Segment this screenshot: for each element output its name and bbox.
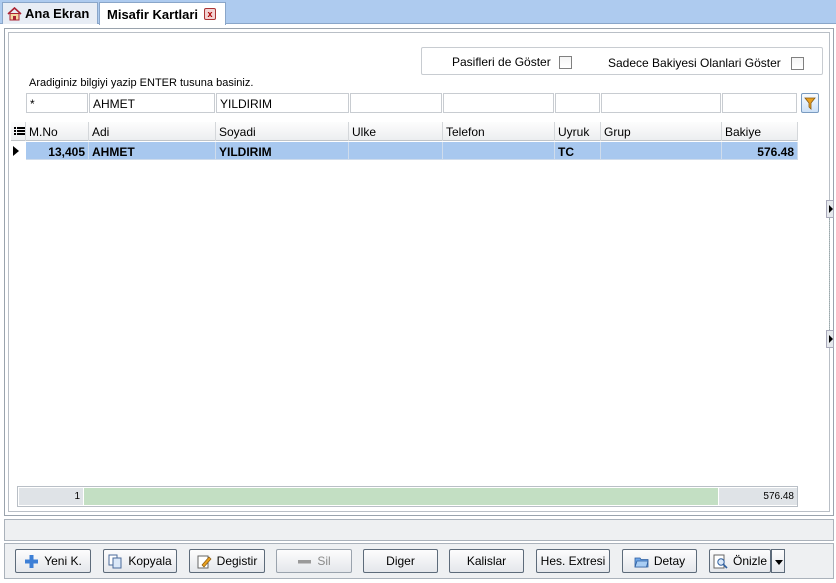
copy-icon: [108, 554, 123, 569]
hes-extresi-button[interactable]: Hes. Extresi: [536, 549, 610, 573]
sil-label: Sil: [317, 554, 331, 568]
yeni-label: Yeni K.: [44, 554, 82, 568]
col-grup[interactable]: Grup: [601, 122, 722, 141]
col-telefon[interactable]: Telefon: [443, 122, 555, 141]
detay-button[interactable]: Detay: [622, 549, 697, 573]
cell-grup[interactable]: [601, 142, 722, 160]
bakiye-checkbox[interactable]: [790, 56, 804, 70]
diger-label: Diger: [386, 554, 415, 568]
record-count: 1: [19, 488, 83, 505]
onizle-button[interactable]: Önizle: [709, 549, 771, 573]
filter-adi[interactable]: AHMET: [89, 93, 215, 113]
action-toolbar: Yeni K. Kopyala Degistir Sil Diger Kalis…: [4, 543, 834, 579]
main-frame: Pasifleri de Göster Sadece Bakiyesi Olan…: [4, 28, 834, 516]
close-icon[interactable]: x: [204, 8, 217, 20]
tab-misafir-kartlari[interactable]: Misafir Kartlari x: [99, 2, 226, 25]
content-panel: Pasifleri de Göster Sadece Bakiyesi Olan…: [8, 32, 830, 512]
col-no[interactable]: M.No: [26, 122, 89, 141]
list-icon: [14, 127, 25, 135]
folder-icon: [634, 554, 649, 569]
tab-ana-ekran[interactable]: Ana Ekran: [2, 2, 98, 24]
col-ulke[interactable]: Ulke: [349, 122, 443, 141]
column-chooser[interactable]: [11, 122, 26, 141]
filter-grup[interactable]: [601, 93, 721, 113]
filter-no[interactable]: *: [26, 93, 88, 113]
search-hint: Aradiginiz bilgiyi yazip ENTER tusuna ba…: [29, 77, 254, 89]
summary-bar: [84, 488, 718, 505]
chevron-right-icon: [829, 205, 833, 213]
side-expand-top[interactable]: [826, 200, 834, 218]
cell-no[interactable]: 13,405: [26, 142, 89, 160]
filter-ulke[interactable]: [350, 93, 442, 113]
preview-icon: [713, 554, 728, 569]
balance-total: 576.48: [719, 488, 797, 505]
tab-strip: Ana Ekran Misafir Kartlari x: [0, 0, 836, 25]
plus-icon: [24, 554, 39, 569]
row-pointer-icon: [13, 146, 19, 156]
sil-button[interactable]: Sil: [276, 549, 352, 573]
kalislar-button[interactable]: Kalislar: [449, 549, 524, 573]
col-bakiye[interactable]: Bakiye: [722, 122, 798, 141]
pasif-label: Pasifleri de Göster: [452, 55, 551, 69]
onizle-dropdown[interactable]: [771, 549, 785, 573]
edit-icon: [197, 554, 212, 569]
chevron-right-icon: [829, 335, 833, 343]
degistir-button[interactable]: Degistir: [189, 549, 265, 573]
bakiye-label: Sadece Bakiyesi Olanlari Göster: [608, 56, 781, 70]
tab-label: Misafir Kartlari: [107, 6, 199, 22]
bakiye-option[interactable]: Sadece Bakiyesi Olanlari Göster: [608, 56, 804, 70]
cell-adi[interactable]: AHMET: [89, 142, 216, 160]
diger-button[interactable]: Diger: [363, 549, 438, 573]
status-bar: [4, 519, 834, 541]
hes-extresi-label: Hes. Extresi: [540, 554, 606, 568]
filter-soyadi[interactable]: YILDIRIM: [216, 93, 349, 113]
filter-button[interactable]: [801, 93, 819, 113]
filter-uyruk[interactable]: [555, 93, 600, 113]
cell-uyruk[interactable]: TC: [555, 142, 601, 160]
degistir-label: Degistir: [216, 554, 258, 568]
funnel-icon: [804, 97, 816, 110]
pasif-checkbox[interactable]: [558, 55, 572, 69]
kopyala-button[interactable]: Kopyala: [103, 549, 177, 573]
col-soyadi[interactable]: Soyadi: [216, 122, 349, 141]
tab-label: Ana Ekran: [25, 6, 90, 21]
yeni-button[interactable]: Yeni K.: [15, 549, 91, 573]
cell-ulke[interactable]: [349, 142, 443, 160]
grid-header: M.No Adi Soyadi Ulke Telefon Uyruk Grup …: [11, 122, 798, 141]
filter-bakiye[interactable]: [722, 93, 797, 113]
grid-summary: 1 576.48: [17, 486, 798, 507]
options-panel: Pasifleri de Göster Sadece Bakiyesi Olan…: [421, 47, 823, 75]
col-uyruk[interactable]: Uyruk: [555, 122, 601, 141]
row-indicator: [11, 142, 26, 160]
onizle-label: Önizle: [732, 554, 767, 568]
home-icon: [7, 6, 22, 21]
kalislar-label: Kalislar: [466, 554, 507, 568]
cell-soyadi[interactable]: YILDIRIM: [216, 142, 349, 160]
filter-telefon[interactable]: [443, 93, 554, 113]
detay-label: Detay: [653, 554, 686, 568]
table-row[interactable]: 13,405 AHMET YILDIRIM TC 576.48: [11, 142, 798, 160]
cell-bakiye[interactable]: 576.48: [722, 142, 798, 160]
cell-telefon[interactable]: [443, 142, 555, 160]
col-adi[interactable]: Adi: [89, 122, 216, 141]
side-expand-bottom[interactable]: [826, 330, 834, 348]
kopyala-label: Kopyala: [128, 554, 172, 568]
pasif-option[interactable]: Pasifleri de Göster: [452, 55, 572, 69]
guest-grid: M.No Adi Soyadi Ulke Telefon Uyruk Grup …: [11, 122, 829, 478]
side-divider: [829, 218, 830, 336]
minus-icon: [297, 554, 312, 569]
